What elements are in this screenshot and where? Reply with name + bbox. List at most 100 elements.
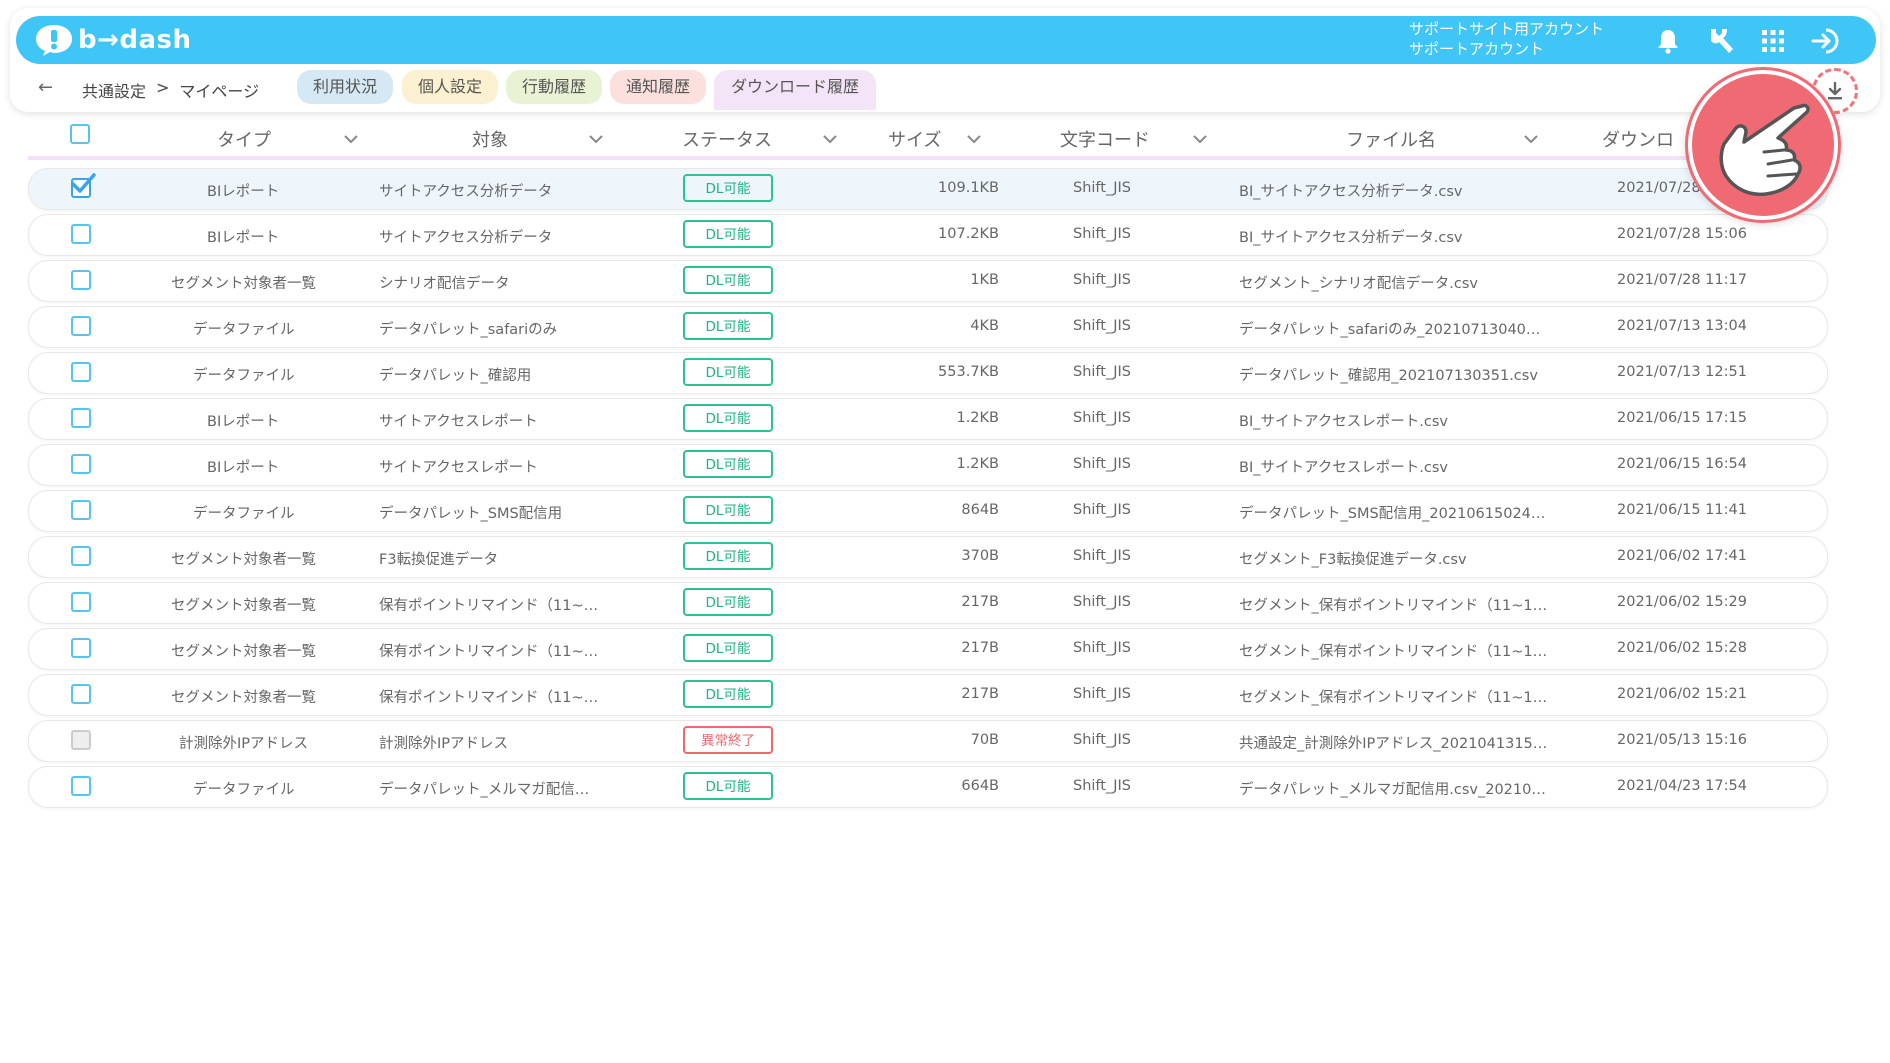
cell-target: F3転換促進データ [379, 552, 499, 568]
cell-target: 保有ポイントリマインド（11~… [379, 598, 599, 614]
status-badge-error: 異常終了 [683, 726, 773, 754]
logo-text: b→dash [78, 25, 192, 55]
cell-date: 2021/04/23 17:54 [1617, 778, 1747, 794]
cell-date: 2021/06/02 15:21 [1617, 686, 1747, 702]
tab-activity-history[interactable]: 行動履歴 [506, 70, 602, 104]
cell-date: 2021/07/28 [1617, 180, 1701, 196]
chevron-down-icon[interactable] [589, 134, 603, 144]
table-row[interactable]: BIレポート サイトアクセスレポート DL可能 1.2KB Shift_JIS … [28, 444, 1828, 486]
row-checkbox[interactable] [71, 316, 91, 336]
tab-notification-history[interactable]: 通知履歴 [610, 70, 706, 104]
cell-filename[interactable]: データパレット_safariのみ_20210713040… [1239, 318, 1540, 339]
cell-type: 計測除外IPアドレス [179, 736, 309, 752]
table-row[interactable]: セグメント対象者一覧 保有ポイントリマインド（11~… DL可能 217B Sh… [28, 582, 1828, 624]
cell-filename[interactable]: BI_サイトアクセスレポート.csv [1239, 456, 1448, 477]
status-badge: DL可能 [683, 358, 773, 386]
cell-filename[interactable]: セグメント_保有ポイントリマインド（11~1… [1239, 686, 1547, 707]
table-row[interactable]: BIレポート サイトアクセス分析データ DL可能 109.1KB Shift_J… [28, 168, 1828, 210]
table-row[interactable]: セグメント対象者一覧 保有ポイントリマインド（11~… DL可能 217B Sh… [28, 674, 1828, 716]
column-header-type[interactable]: タイプ [217, 126, 271, 152]
cell-encoding: Shift_JIS [1073, 456, 1131, 472]
column-header-download-date[interactable]: ダウンロ [1602, 126, 1674, 152]
row-checkbox[interactable] [71, 454, 91, 474]
row-checkbox[interactable] [71, 684, 91, 704]
column-header-target[interactable]: 対象 [472, 126, 508, 152]
cell-target: 保有ポイントリマインド（11~… [379, 690, 599, 706]
cell-encoding: Shift_JIS [1073, 778, 1131, 794]
row-checkbox[interactable] [71, 270, 91, 290]
cell-size: 217B [961, 686, 999, 702]
row-checkbox[interactable] [71, 224, 91, 244]
cell-size: 864B [961, 502, 999, 518]
table-row[interactable]: データファイル データパレット_確認用 DL可能 553.7KB Shift_J… [28, 352, 1828, 394]
cell-filename[interactable]: セグメント_保有ポイントリマインド（11~1… [1239, 640, 1547, 661]
column-header-size[interactable]: サイズ [888, 126, 941, 152]
tab-personal-settings[interactable]: 個人設定 [402, 70, 498, 104]
cell-type: データファイル [193, 782, 295, 798]
column-header-filename[interactable]: ファイル名 [1346, 126, 1436, 152]
row-checkbox[interactable] [71, 546, 91, 566]
tab-usage[interactable]: 利用状況 [297, 70, 393, 104]
logo[interactable]: b→dash [34, 22, 192, 58]
cell-type: データファイル [193, 506, 295, 522]
cell-size: 1KB [970, 272, 999, 288]
row-checkbox[interactable] [71, 592, 91, 612]
cell-filename[interactable]: BI_サイトアクセス分析データ.csv [1239, 180, 1462, 201]
cell-date: 2021/05/13 15:16 [1617, 732, 1747, 748]
cell-type: セグメント対象者一覧 [171, 552, 316, 568]
table-row[interactable]: セグメント対象者一覧 F3転換促進データ DL可能 370B Shift_JIS… [28, 536, 1828, 578]
table-row[interactable]: BIレポート サイトアクセスレポート DL可能 1.2KB Shift_JIS … [28, 398, 1828, 440]
row-checkbox[interactable] [71, 500, 91, 520]
chevron-down-icon[interactable] [967, 134, 981, 144]
chevron-down-icon[interactable] [1524, 134, 1538, 144]
cell-type: BIレポート [207, 230, 280, 246]
cell-filename[interactable]: データパレット_SMS配信用_20210615024… [1239, 502, 1545, 523]
grid-icon[interactable] [1758, 26, 1788, 56]
table-row[interactable]: データファイル データパレット_SMS配信用 DL可能 864B Shift_J… [28, 490, 1828, 532]
logout-icon[interactable] [1811, 26, 1841, 56]
cell-target: サイトアクセス分析データ [379, 230, 553, 246]
table-row[interactable]: BIレポート サイトアクセス分析データ DL可能 107.2KB Shift_J… [28, 214, 1828, 256]
row-checkbox[interactable] [71, 776, 91, 796]
table-row[interactable]: データファイル データパレット_メルマガ配信… DL可能 664B Shift_… [28, 766, 1828, 808]
logo-bubble-icon [36, 25, 72, 56]
chevron-down-icon[interactable] [344, 134, 358, 144]
cell-filename[interactable]: データパレット_メルマガ配信用.csv_20210… [1239, 778, 1546, 799]
cell-filename[interactable]: セグメント_保有ポイントリマインド（11~1… [1239, 594, 1547, 615]
cell-type: データファイル [193, 322, 295, 338]
table-row[interactable]: セグメント対象者一覧 シナリオ配信データ DL可能 1KB Shift_JIS … [28, 260, 1828, 302]
table-row[interactable]: データファイル データパレット_safariのみ DL可能 4KB Shift_… [28, 306, 1828, 348]
column-header-encoding[interactable]: 文字コード [1060, 126, 1150, 152]
row-checkbox[interactable] [71, 638, 91, 658]
column-header-status[interactable]: ステータス [682, 126, 772, 152]
account-user: サポートアカウント [1409, 40, 1545, 58]
bell-icon[interactable] [1653, 26, 1683, 56]
cell-filename[interactable]: BI_サイトアクセスレポート.csv [1239, 410, 1448, 431]
cell-filename[interactable]: BI_サイトアクセス分析データ.csv [1239, 226, 1462, 247]
pointer-highlight [1688, 70, 1838, 220]
row-checkbox[interactable] [71, 362, 91, 382]
table-row[interactable]: セグメント対象者一覧 保有ポイントリマインド（11~… DL可能 217B Sh… [28, 628, 1828, 670]
table-row[interactable]: 計測除外IPアドレス 計測除外IPアドレス 異常終了 70B Shift_JIS… [28, 720, 1828, 762]
row-checkbox[interactable] [71, 408, 91, 428]
cell-size: 370B [961, 548, 999, 564]
hand-pointer-icon [1719, 103, 1810, 197]
wrench-icon[interactable] [1706, 26, 1736, 56]
cell-filename[interactable]: データパレット_確認用_202107130351.csv [1239, 364, 1538, 385]
cell-date: 2021/07/13 12:51 [1617, 364, 1747, 380]
tab-download-history[interactable]: ダウンロード履歴 [714, 70, 876, 110]
cell-date: 2021/06/02 15:29 [1617, 594, 1747, 610]
cell-filename[interactable]: セグメント_F3転換促進データ.csv [1239, 548, 1467, 569]
status-badge: DL可能 [683, 680, 773, 708]
cell-filename[interactable]: セグメント_シナリオ配信データ.csv [1239, 272, 1478, 293]
back-arrow-icon[interactable]: ← [38, 77, 53, 98]
cell-size: 4KB [970, 318, 999, 334]
cell-date: 2021/07/13 13:04 [1617, 318, 1747, 334]
breadcrumb-separator: > [156, 78, 170, 97]
chevron-down-icon[interactable] [823, 134, 837, 144]
cell-encoding: Shift_JIS [1073, 410, 1131, 426]
breadcrumb-root[interactable]: 共通設定 [82, 78, 146, 102]
chevron-down-icon[interactable] [1193, 134, 1207, 144]
select-all-checkbox[interactable] [70, 124, 90, 144]
status-badge: DL可能 [683, 772, 773, 800]
